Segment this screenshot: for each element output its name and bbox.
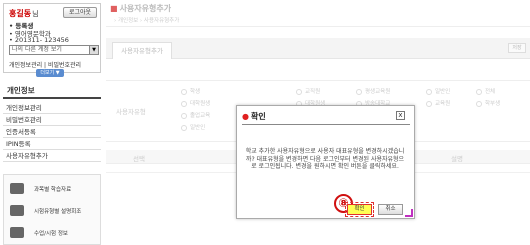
- cancel-button[interactable]: 취소: [378, 204, 403, 215]
- user-type-option[interactable]: 전체: [476, 87, 495, 95]
- divider: [106, 26, 530, 27]
- user-type-option[interactable]: 대학원생: [181, 99, 210, 107]
- dialog-message: 학교 추가한 사용자유형으로 사용자 대표유형을 변경하시겠습니까? 대표유형을…: [245, 148, 405, 170]
- bullet-icon: ●: [242, 112, 249, 121]
- calendar-icon: [10, 227, 24, 238]
- column-header-description: 설명: [451, 155, 463, 163]
- headset-icon: [10, 205, 24, 216]
- banner-label: 수업/시험 정보: [34, 230, 68, 237]
- menu-item-ipin[interactable]: IPIN등록: [3, 138, 101, 150]
- user-id: • 201311- 123456: [9, 36, 69, 44]
- dialog-title: ● 확인: [242, 112, 266, 121]
- confirm-dialog: ● 확인 x 학교 추가한 사용자유형으로 사용자 대표유형을 변경하시겠습니까?…: [236, 105, 415, 219]
- menu-item-personal-info[interactable]: 개인정보관리: [3, 102, 101, 114]
- user-type-option[interactable]: 교육원: [426, 99, 450, 107]
- banner-list: 과목별 학습자료 시험유형별 설명회조 수업/시험 정보: [3, 174, 101, 245]
- logout-button[interactable]: 로그아웃: [63, 7, 97, 18]
- menu-item-certificate[interactable]: 인증서등록: [3, 126, 101, 138]
- tab-bar: 사용자유형추가 저장: [106, 38, 530, 59]
- confirm-button[interactable]: 확인: [345, 202, 374, 217]
- user-type-option[interactable]: 일반인: [426, 87, 450, 95]
- breadcrumb: › 개인정보 › 사용자유형추가: [114, 18, 180, 24]
- user-name: 홍길동: [9, 9, 32, 18]
- column-header-select: 선택: [133, 155, 145, 163]
- user-honorific: 님: [32, 9, 39, 18]
- user-type-option[interactable]: 학생: [181, 87, 200, 95]
- resize-handle[interactable]: [405, 209, 413, 217]
- save-button[interactable]: 저장: [508, 43, 526, 53]
- banner-study-materials[interactable]: 과목별 학습자료: [10, 183, 71, 194]
- menu-title: 개인정보: [3, 85, 101, 99]
- profile-links[interactable]: 개인정보관리 | 비밀번호관리: [9, 60, 81, 69]
- user-type-option[interactable]: 평생교육원: [356, 87, 390, 95]
- banner-class-info[interactable]: 수업/시험 정보: [10, 227, 68, 238]
- page: 홍길동 님 로그아웃 • 등록생 • 영어영문학과 • 201311- 1234…: [0, 0, 530, 245]
- user-type-option[interactable]: 일반인: [181, 123, 205, 131]
- dialog-divider: [242, 124, 410, 125]
- user-type-option[interactable]: 졸업교육: [181, 111, 210, 119]
- chevron-down-icon[interactable]: ▼: [89, 46, 98, 54]
- user-type-option[interactable]: 학부생: [476, 99, 500, 107]
- book-icon: [10, 183, 24, 194]
- tab-add-user-type[interactable]: 사용자유형추가: [112, 42, 172, 59]
- profile-box: 홍길동 님 로그아웃 • 등록생 • 영어영문학과 • 201311- 1234…: [3, 3, 101, 73]
- more-button[interactable]: 더보기 ▼: [36, 69, 64, 77]
- close-icon[interactable]: x: [396, 111, 405, 120]
- banner-exam-info[interactable]: 시험유형별 설명회조: [10, 205, 81, 216]
- account-select[interactable]: 나의 다른 계정 보기 ▼: [9, 45, 99, 55]
- side-menu: 개인정보관리 비밀번호관리 인증서등록 IPIN등록 사용자유형추가: [3, 102, 101, 162]
- banner-label: 시험유형별 설명회조: [34, 208, 82, 215]
- account-select-value: 나의 다른 계정 보기: [12, 46, 62, 53]
- menu-item-password[interactable]: 비밀번호관리: [3, 114, 101, 126]
- grid-label: 사용자유형: [116, 108, 146, 116]
- user-name-row: 홍길동 님: [9, 8, 39, 19]
- page-title: ■ 사용자유형추가: [110, 4, 172, 13]
- user-type-option[interactable]: 교직원: [296, 87, 320, 95]
- menu-item-add-user-type[interactable]: 사용자유형추가: [3, 150, 101, 162]
- banner-label: 과목별 학습자료: [34, 186, 72, 193]
